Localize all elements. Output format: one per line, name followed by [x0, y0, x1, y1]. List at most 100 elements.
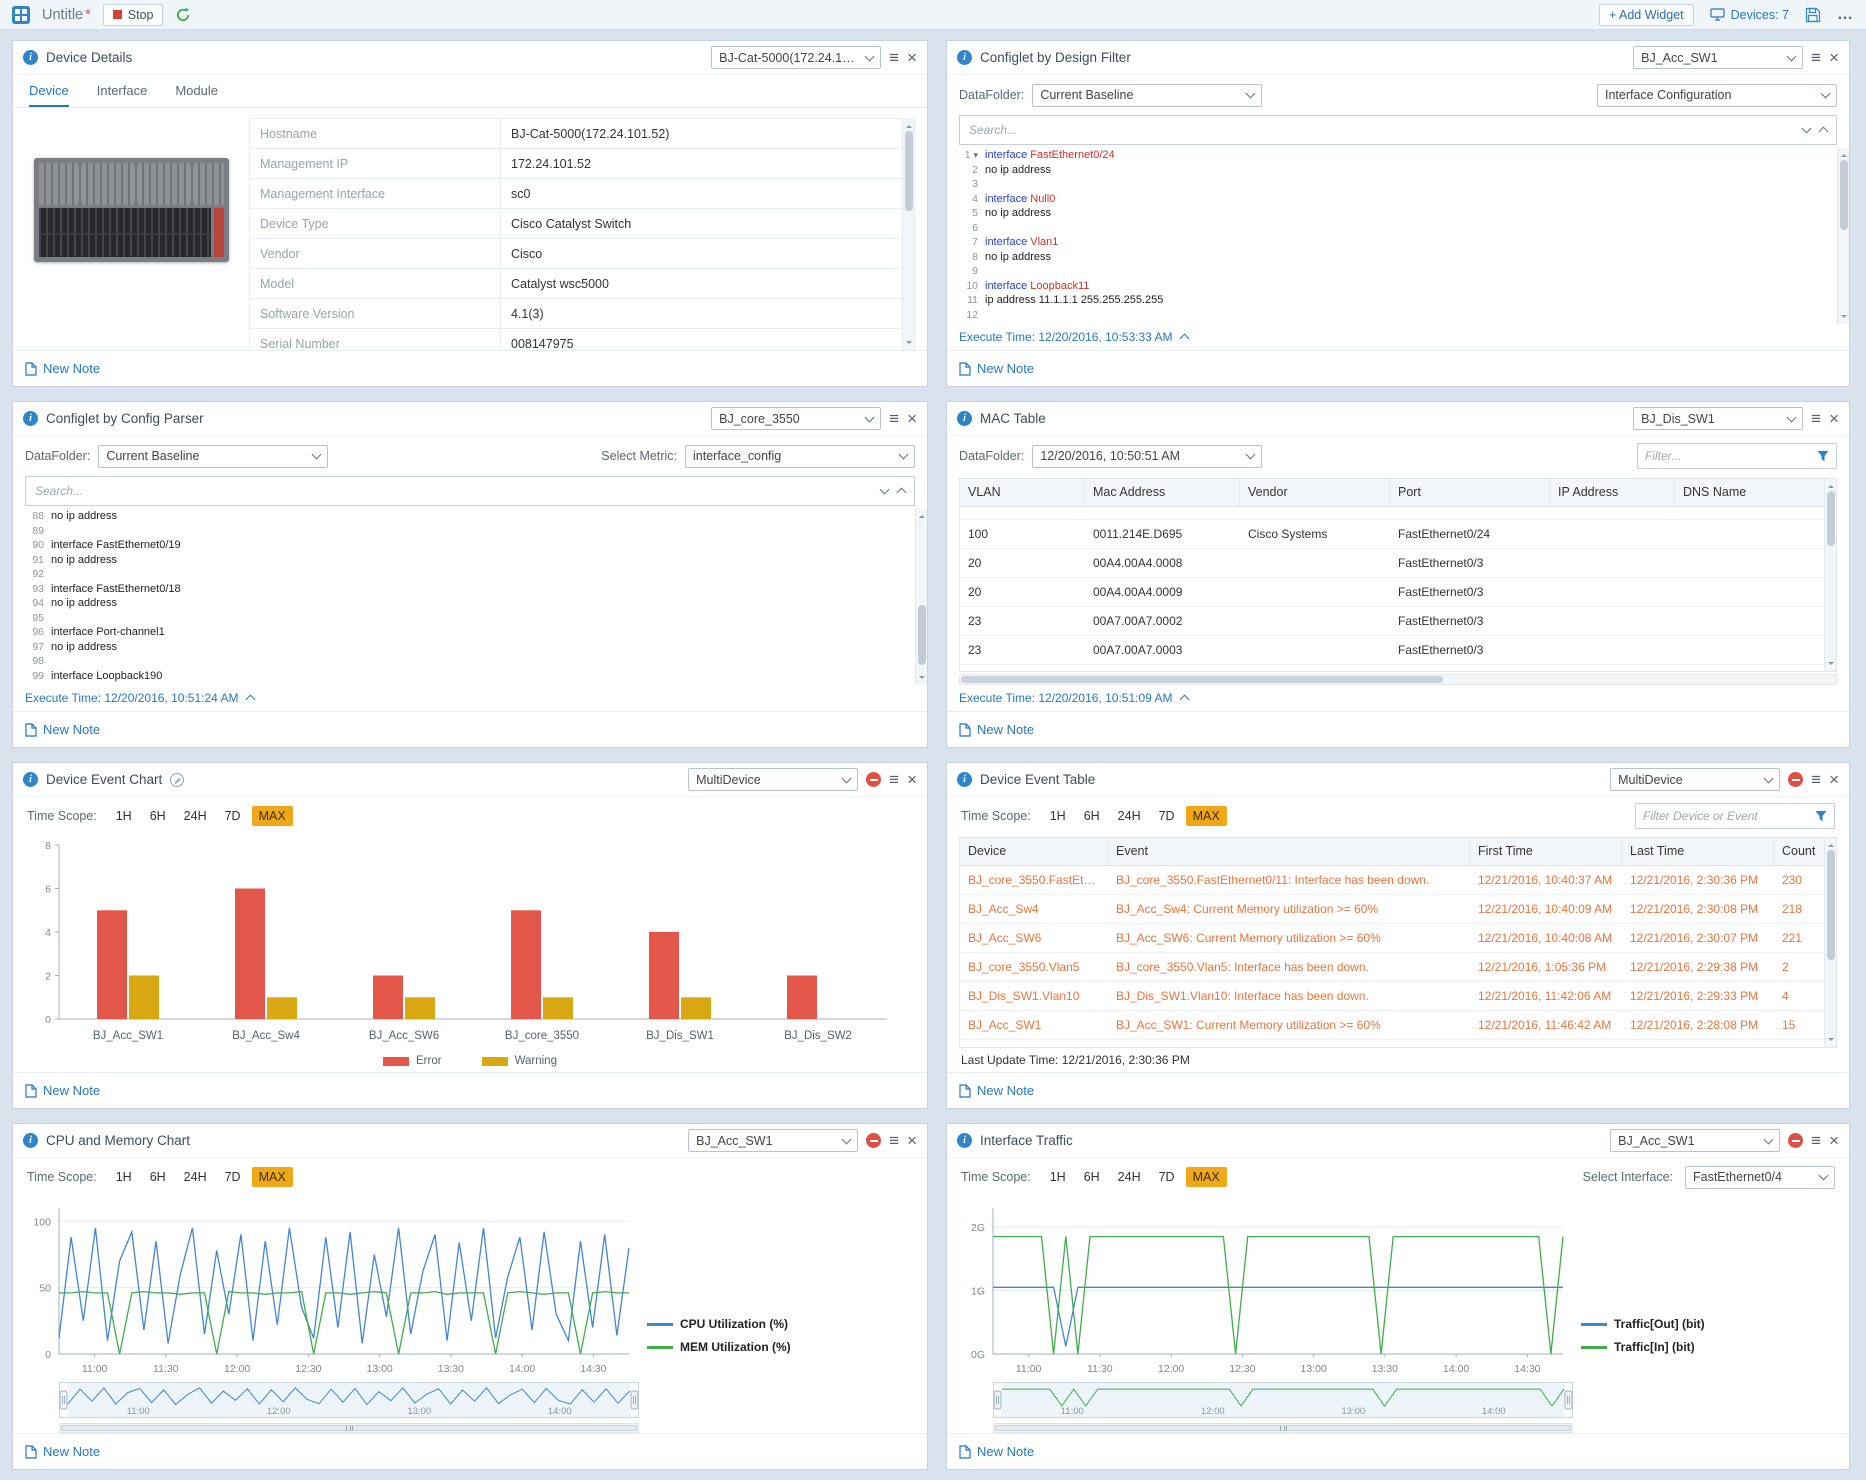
- edit-icon[interactable]: [170, 773, 184, 787]
- scrollbar-thumb[interactable]: [61, 1425, 637, 1431]
- brush-handle[interactable]: [1565, 1391, 1572, 1409]
- info-icon[interactable]: i: [957, 50, 972, 65]
- fold-caret-icon[interactable]: ▾: [973, 150, 978, 160]
- search-next-icon[interactable]: [880, 485, 890, 495]
- timescope-1h[interactable]: 1H: [1043, 806, 1073, 826]
- stop-refresh-icon[interactable]: [866, 772, 881, 787]
- stop-refresh-icon[interactable]: [1788, 772, 1803, 787]
- search-input[interactable]: [969, 123, 1793, 137]
- table-row[interactable]: 2000A4.00A4.0008FastEthernet0/3: [960, 549, 1836, 578]
- refresh-icon[interactable]: [175, 7, 191, 23]
- stop-refresh-icon[interactable]: [866, 1133, 881, 1148]
- new-note-button[interactable]: New Note: [25, 1444, 100, 1459]
- datafolder-select[interactable]: 12/20/2016, 10:50:51 AM: [1032, 445, 1262, 468]
- timescope-max[interactable]: MAX: [1186, 1167, 1227, 1187]
- column-header-count[interactable]: Count: [1774, 838, 1828, 865]
- new-note-button[interactable]: New Note: [25, 361, 100, 376]
- scroll-up-icon[interactable]: [1841, 151, 1847, 157]
- close-icon[interactable]: ×: [1829, 49, 1839, 66]
- close-icon[interactable]: ×: [1829, 410, 1839, 427]
- timescope-1h[interactable]: 1H: [109, 1167, 139, 1187]
- scrollbar-thumb[interactable]: [905, 131, 913, 211]
- new-note-button[interactable]: New Note: [25, 722, 100, 737]
- scrollbar-thumb[interactable]: [1840, 160, 1848, 230]
- timescope-6h[interactable]: 6H: [143, 1167, 173, 1187]
- search-next-icon[interactable]: [1802, 124, 1812, 134]
- info-icon[interactable]: i: [957, 1133, 972, 1148]
- new-note-button[interactable]: New Note: [959, 361, 1034, 376]
- timescope-1h[interactable]: 1H: [1043, 1167, 1073, 1187]
- add-widget-button[interactable]: + Add Widget: [1599, 4, 1694, 26]
- funnel-icon[interactable]: [1817, 450, 1829, 462]
- table-row[interactable]: 2000A4.00A4.0009FastEthernet0/3: [960, 578, 1836, 607]
- menu-icon[interactable]: ≡: [1811, 49, 1821, 66]
- scroll-down-icon[interactable]: [906, 341, 912, 347]
- interface-select[interactable]: FastEthernet0/4: [1685, 1166, 1835, 1189]
- info-icon[interactable]: i: [957, 772, 972, 787]
- brush-handle[interactable]: [631, 1391, 638, 1409]
- scrollbar-thumb[interactable]: [918, 605, 926, 665]
- timescope-24h[interactable]: 24H: [1111, 806, 1148, 826]
- new-note-button[interactable]: New Note: [959, 1083, 1034, 1098]
- scroll-down-icon[interactable]: [919, 676, 925, 682]
- column-header-device[interactable]: Device: [960, 838, 1108, 865]
- filter-input[interactable]: [1643, 809, 1809, 823]
- vertical-scrollbar[interactable]: [1824, 479, 1836, 671]
- close-icon[interactable]: ×: [1829, 1132, 1839, 1149]
- menu-icon[interactable]: ≡: [889, 410, 899, 427]
- scroll-down-icon[interactable]: [1828, 662, 1834, 668]
- info-icon[interactable]: i: [23, 772, 38, 787]
- info-icon[interactable]: i: [23, 411, 38, 426]
- device-selector[interactable]: BJ_core_3550: [711, 407, 881, 430]
- collapse-icon[interactable]: [1180, 695, 1190, 705]
- more-menu-icon[interactable]: …: [1837, 6, 1854, 24]
- scroll-down-icon[interactable]: [1841, 315, 1847, 321]
- timescope-max[interactable]: MAX: [1186, 806, 1227, 826]
- device-selector[interactable]: MultiDevice: [688, 768, 858, 791]
- table-row[interactable]: 2300A7.00A7.0003FastEthernet0/3: [960, 636, 1836, 665]
- new-note-button[interactable]: New Note: [25, 1083, 100, 1098]
- vertical-scrollbar[interactable]: [902, 119, 914, 350]
- timescope-7d[interactable]: 7D: [218, 806, 248, 826]
- column-header-ip-address[interactable]: IP Address: [1550, 479, 1675, 506]
- close-icon[interactable]: ×: [907, 410, 917, 427]
- filter-input[interactable]: [1645, 449, 1811, 463]
- table-row[interactable]: BJ_core_3550.FastEth...BJ_core_3550.Fast…: [960, 866, 1836, 895]
- device-selector[interactable]: BJ_Acc_SW1: [1633, 46, 1803, 69]
- brush-handle[interactable]: [60, 1391, 67, 1409]
- search-prev-icon[interactable]: [1819, 127, 1829, 137]
- search-prev-icon[interactable]: [897, 488, 907, 498]
- scroll-down-icon[interactable]: [1828, 1038, 1834, 1044]
- search-input[interactable]: [35, 484, 871, 498]
- column-header-port[interactable]: Port: [1390, 479, 1550, 506]
- device-selector[interactable]: BJ_Dis_SW1: [1633, 407, 1803, 430]
- save-icon[interactable]: [1805, 7, 1821, 23]
- pan-scrollbar[interactable]: [59, 1423, 639, 1433]
- timescope-7d[interactable]: 7D: [1152, 806, 1182, 826]
- collapse-icon[interactable]: [246, 695, 256, 705]
- timescope-6h[interactable]: 6H: [1077, 1167, 1107, 1187]
- timescope-24h[interactable]: 24H: [177, 1167, 214, 1187]
- scrollbar-thumb[interactable]: [1827, 491, 1835, 546]
- column-header-vlan[interactable]: VLAN: [960, 479, 1085, 506]
- close-icon[interactable]: ×: [907, 771, 917, 788]
- new-note-button[interactable]: New Note: [959, 722, 1034, 737]
- scroll-up-icon[interactable]: [919, 512, 925, 518]
- info-icon[interactable]: i: [957, 411, 972, 426]
- scrollbar-thumb[interactable]: [1827, 850, 1835, 960]
- column-header-mac-address[interactable]: Mac Address: [1085, 479, 1240, 506]
- column-header-last-time[interactable]: Last Time: [1622, 838, 1774, 865]
- close-icon[interactable]: ×: [907, 49, 917, 66]
- timescope-max[interactable]: MAX: [252, 806, 293, 826]
- new-note-button[interactable]: New Note: [959, 1444, 1034, 1459]
- datafolder-select[interactable]: Current Baseline: [1032, 84, 1262, 107]
- metric-select[interactable]: interface_config: [685, 445, 915, 468]
- timescope-7d[interactable]: 7D: [218, 1167, 248, 1187]
- chart-brush[interactable]: 11:0012:0013:0014:00: [59, 1382, 927, 1421]
- timescope-1h[interactable]: 1H: [109, 806, 139, 826]
- table-row[interactable]: BJ_Acc_Sw4BJ_Acc_Sw4: Current Memory uti…: [960, 895, 1836, 924]
- table-row[interactable]: BJ_core_3550.Vlan5BJ_core_3550.Vlan5: In…: [960, 953, 1836, 982]
- device-selector[interactable]: BJ_Acc_SW1: [688, 1129, 858, 1152]
- info-icon[interactable]: i: [23, 50, 38, 65]
- chart-brush[interactable]: 11:0012:0013:0014:00: [993, 1382, 1849, 1421]
